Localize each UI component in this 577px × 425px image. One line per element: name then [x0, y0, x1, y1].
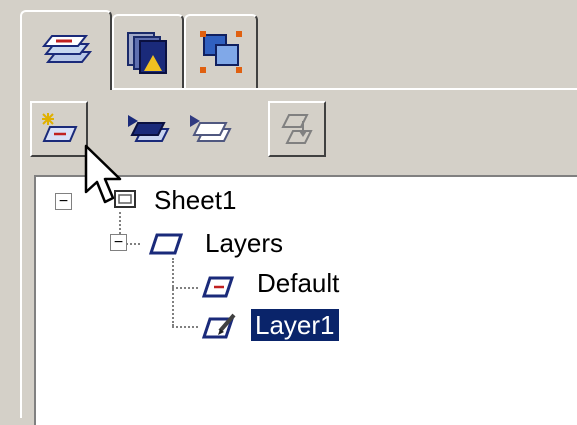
layers-label[interactable]: Layers	[205, 227, 283, 259]
tree-item-layer1[interactable]: Layer1	[251, 309, 339, 341]
tree-connector	[126, 243, 140, 245]
layers-icon	[41, 35, 93, 63]
hide-layer-icon	[190, 115, 232, 142]
tree-connector	[172, 326, 198, 328]
move-layer-button[interactable]	[268, 101, 326, 157]
show-layer-button[interactable]	[120, 101, 178, 157]
hide-layer-button[interactable]	[182, 101, 240, 157]
sheet-expander[interactable]: −	[55, 193, 72, 210]
layers-expander[interactable]: −	[110, 234, 127, 251]
views-icon	[127, 32, 167, 74]
tree-connector	[172, 258, 174, 326]
mouse-cursor-icon	[84, 144, 122, 204]
show-layer-icon	[128, 115, 170, 142]
tab-layers[interactable]	[20, 10, 112, 90]
default-layer-icon	[201, 276, 235, 298]
new-layer-icon	[42, 113, 78, 142]
new-layer-button[interactable]	[30, 101, 88, 157]
tree-connector	[172, 287, 198, 289]
tree-item-default[interactable]: Default	[257, 267, 339, 299]
tree-connector	[119, 212, 121, 234]
tab-views[interactable]	[112, 14, 184, 88]
layers-folder-icon	[148, 233, 184, 255]
groups-icon	[200, 31, 242, 73]
tab-groups[interactable]	[184, 14, 258, 88]
edit-layer-icon	[201, 313, 236, 339]
sheet-label[interactable]: Sheet1	[154, 184, 236, 216]
move-layer-icon	[281, 114, 313, 144]
